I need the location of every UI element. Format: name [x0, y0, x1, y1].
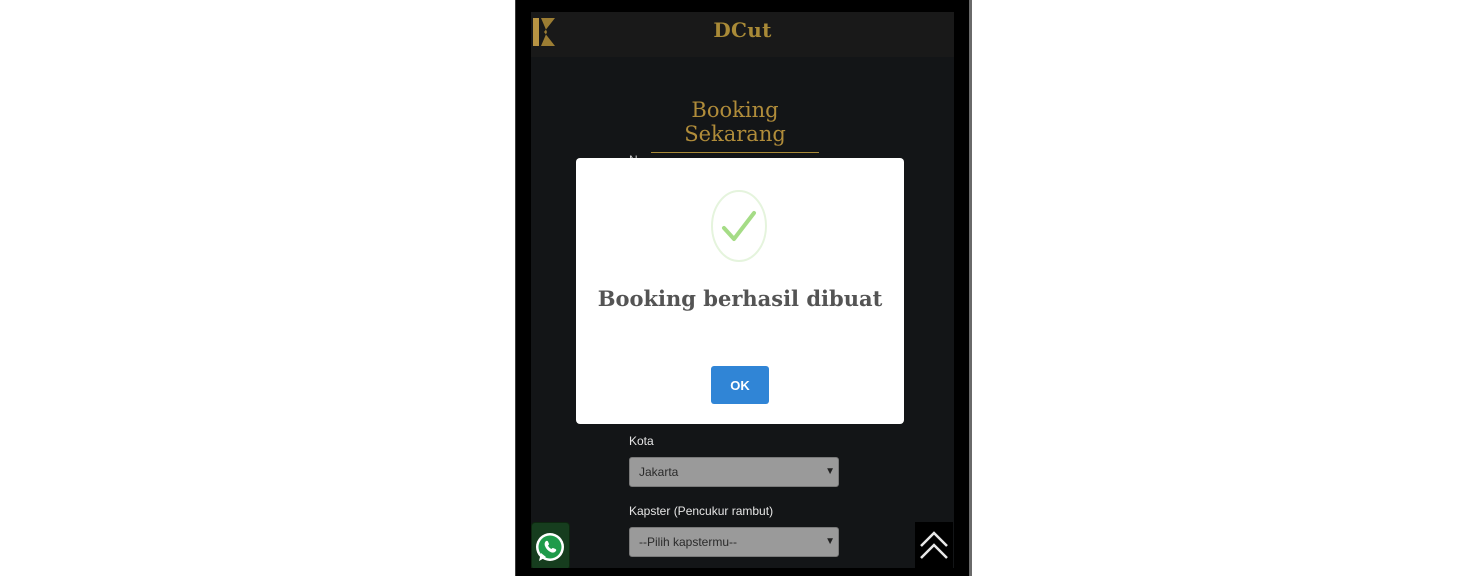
success-dialog: Booking berhasil dibuat OK [576, 158, 904, 424]
ok-button[interactable]: OK [711, 366, 769, 404]
success-check-icon [711, 190, 767, 262]
dialog-title: Booking berhasil dibuat [597, 286, 883, 311]
